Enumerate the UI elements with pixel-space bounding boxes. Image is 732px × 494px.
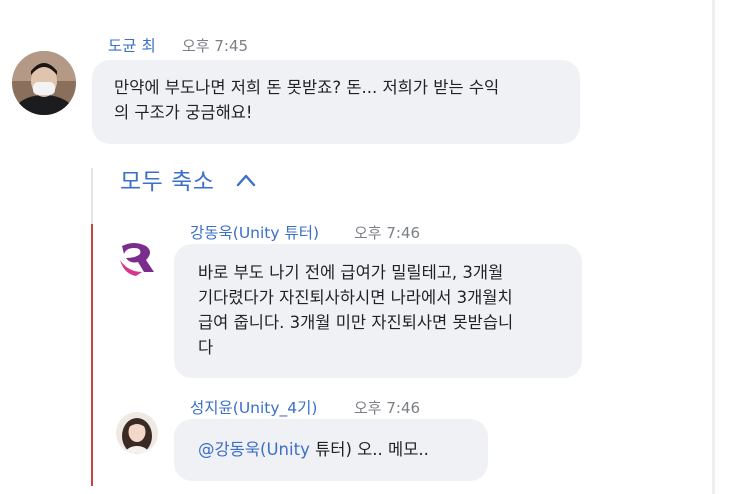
reply-text-line: 바로 부도 나기 전에 급여가 밀릴테고, 3개월 [198, 263, 504, 282]
panel-divider [712, 0, 715, 494]
message-author[interactable]: 도균 최 [108, 34, 156, 56]
message-bubble: 만약에 부도나면 저희 돈 못받죠? 돈... 저희가 받는 수익 의 구조가 … [92, 60, 580, 144]
reply-timestamp: 오후 7:46 [354, 399, 421, 417]
reply-text: 튜터) 오.. 메모.. [309, 440, 429, 459]
reply-text-line: 급여 줍니다. 3개월 미만 자진퇴사면 못받습니 [198, 313, 514, 332]
reply-text-line: 기다렸다가 자진퇴사하시면 나라에서 3개월치 [198, 288, 513, 307]
reply-author[interactable]: 강동욱(Unity 튜터) [190, 221, 319, 243]
chevron-up-icon [236, 172, 256, 187]
reply-author[interactable]: 성지윤(Unity_4기) [190, 396, 317, 418]
avatar-seong-jiyun[interactable] [116, 412, 158, 454]
unity-logo-icon[interactable] [116, 238, 158, 280]
reply-text-line: 다 [198, 338, 214, 357]
avatar-dogyun-choi[interactable] [12, 51, 76, 115]
thread-line [91, 168, 93, 224]
reply-bubble: 바로 부도 나기 전에 급여가 밀릴테고, 3개월 기다렸다가 자진퇴사하시면 … [174, 244, 582, 378]
message-timestamp: 오후 7:45 [182, 37, 249, 55]
reply-bubble: @강동욱(Unity 튜터) 오.. 메모.. [174, 419, 488, 481]
thread-line-active [91, 224, 93, 486]
message-text-line: 만약에 부도나면 저희 돈 못받죠? 돈... 저희가 받는 수익 [114, 78, 500, 97]
reply-timestamp: 오후 7:46 [354, 224, 421, 242]
mention-link[interactable]: @강동욱(Unity [198, 440, 310, 459]
message-text-line: 의 구조가 궁금해요! [114, 103, 253, 122]
collapse-all-label: 모두 축소 [120, 169, 215, 195]
collapse-all-button[interactable]: 모두 축소 [120, 163, 256, 195]
